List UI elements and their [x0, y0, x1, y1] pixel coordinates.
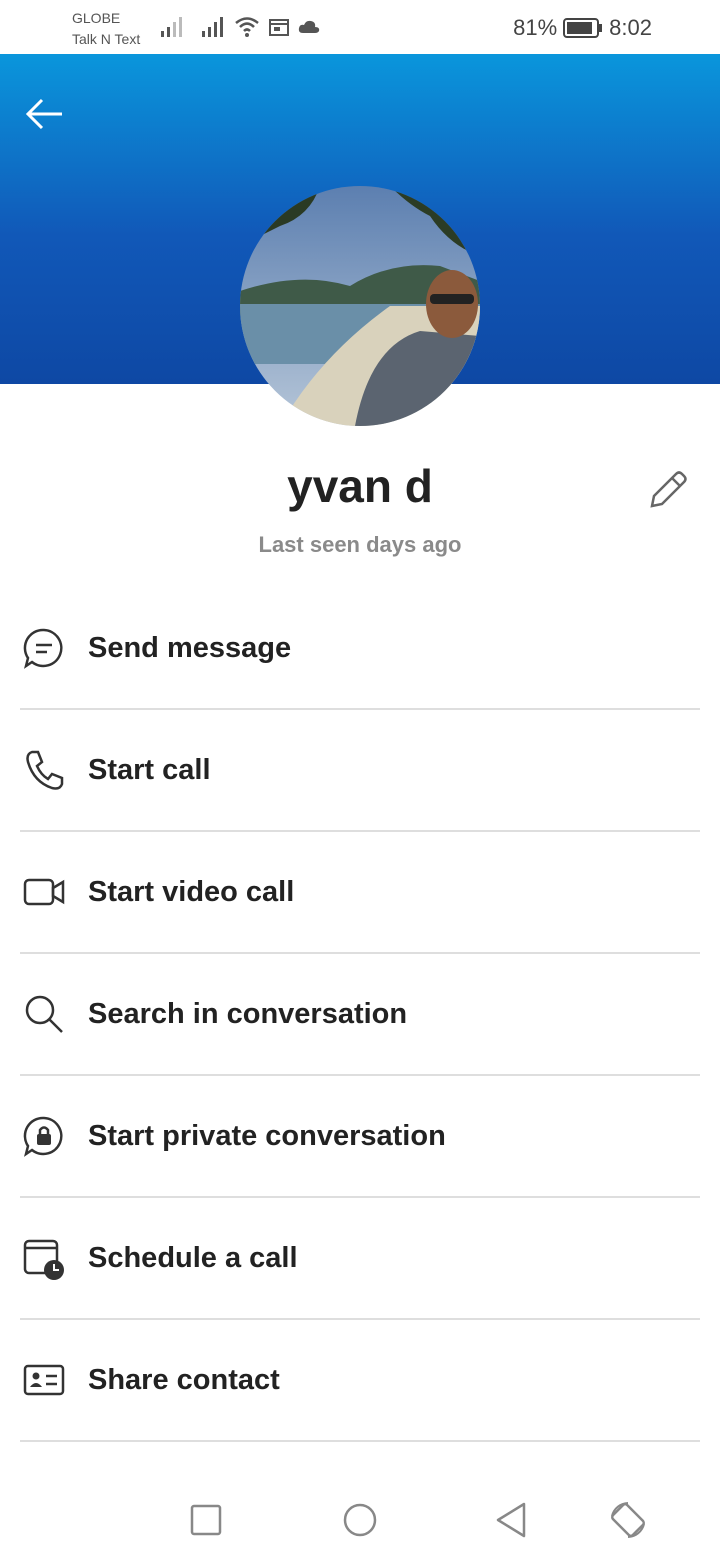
start-call-label: Start call — [88, 753, 211, 786]
start-private-conversation-button[interactable]: Start private conversation — [20, 1076, 700, 1198]
share-contact-label: Share contact — [88, 1363, 280, 1396]
start-private-conversation-label: Start private conversation — [88, 1119, 446, 1152]
home-circle-icon[interactable] — [338, 1498, 382, 1542]
contact-card-icon — [23, 1364, 65, 1396]
wifi-icon — [235, 17, 259, 37]
calendar-clock-icon — [23, 1239, 64, 1280]
system-nav-bar — [0, 1480, 720, 1560]
start-call-button[interactable]: Start call — [20, 710, 700, 832]
video-camera-icon — [23, 878, 65, 906]
recents-square-icon[interactable] — [184, 1498, 228, 1542]
cloud-icon — [298, 20, 320, 33]
carrier-line-2: Talk N Text — [72, 31, 141, 47]
back-triangle-icon[interactable] — [490, 1498, 534, 1542]
search-in-conversation-button[interactable]: Search in conversation — [20, 954, 700, 1076]
share-contact-button[interactable]: Share contact — [20, 1320, 700, 1442]
carrier-line-1: GLOBE — [72, 10, 121, 26]
schedule-a-call-label: Schedule a call — [88, 1241, 298, 1274]
search-in-conversation-label: Search in conversation — [88, 997, 408, 1030]
signal-icon — [202, 17, 223, 37]
last-seen-status: Last seen days ago — [258, 532, 462, 557]
schedule-a-call-button[interactable]: Schedule a call — [20, 1198, 700, 1320]
action-list: Send message Start call Start video call… — [20, 588, 700, 1442]
status-right: 81% 8:02 — [513, 14, 652, 42]
carrier-name: GLOBE Talk N Text — [72, 8, 140, 50]
status-icons — [160, 14, 320, 40]
send-message-label: Send message — [88, 631, 292, 664]
rotate-icon[interactable] — [606, 1498, 650, 1542]
phone-icon — [26, 750, 64, 790]
pencil-icon[interactable] — [644, 466, 692, 514]
contact-name: yvan d — [287, 460, 433, 512]
battery-icon — [563, 18, 603, 38]
search-icon — [25, 995, 63, 1033]
send-message-button[interactable]: Send message — [20, 588, 700, 710]
clock: 8:02 — [609, 15, 652, 40]
calendar-icon — [269, 19, 289, 36]
start-video-call-label: Start video call — [88, 875, 295, 908]
signal-icon — [161, 17, 182, 37]
start-video-call-button[interactable]: Start video call — [20, 832, 700, 954]
avatar[interactable] — [240, 186, 480, 426]
status-bar: GLOBE Talk N Text 81% 8:02 — [0, 0, 720, 54]
arrow-left-icon[interactable] — [22, 94, 66, 134]
lock-chat-icon — [23, 1116, 63, 1157]
chat-bubble-icon — [23, 628, 63, 669]
battery-percent: 81% — [513, 15, 558, 40]
